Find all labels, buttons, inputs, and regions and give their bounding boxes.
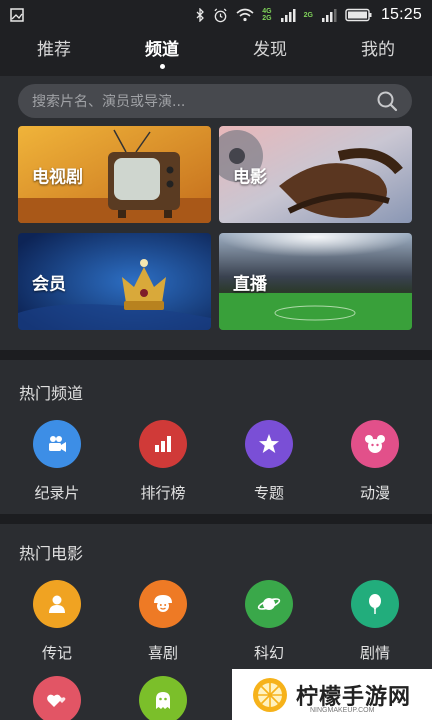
network-type-label: 2G	[262, 15, 272, 22]
active-tab-indicator	[159, 64, 165, 69]
tab-recommend[interactable]: 推荐	[0, 30, 108, 76]
hearts-icon	[33, 676, 81, 720]
alarm-icon	[214, 7, 227, 22]
genre-label: 科幻	[253, 644, 284, 662]
star-icon	[245, 420, 293, 468]
bluetooth-icon	[196, 8, 205, 22]
channel-documentary[interactable]: 纪录片	[3, 420, 111, 503]
banner-label: 电影	[233, 167, 267, 187]
channel-topics[interactable]: 专题	[215, 420, 323, 503]
planet-icon	[245, 580, 293, 628]
banner-movies[interactable]: 电影	[219, 126, 412, 223]
banner-label: 电视剧	[32, 167, 83, 187]
genre-label: 传记	[41, 644, 72, 662]
person-icon	[33, 580, 81, 628]
signal-icon	[280, 9, 296, 22]
lemon-logo-icon	[253, 677, 287, 712]
genre-biography[interactable]: 传记	[3, 580, 111, 663]
genre-romance[interactable]	[3, 676, 111, 720]
channel-label: 专题	[253, 484, 284, 502]
tab-discover[interactable]: 发现	[216, 30, 324, 76]
signal-icon	[321, 9, 337, 22]
section-divider	[0, 514, 432, 524]
banner-label: 直播	[233, 274, 267, 294]
ghost-icon	[139, 676, 187, 720]
search-placeholder: 搜索片名、演员或导演...	[32, 94, 186, 110]
genre-label: 喜剧	[147, 644, 178, 662]
tab-channels[interactable]: 频道	[108, 30, 216, 76]
battery-icon	[345, 8, 372, 22]
camera-icon	[33, 420, 81, 468]
site-watermark: 柠檬手游网 NINGMAKEUP.COM	[232, 669, 432, 720]
clock: 15:25	[380, 6, 422, 23]
genre-comedy[interactable]: 喜剧	[109, 580, 217, 663]
banner-tv-series[interactable]: 电视剧	[18, 126, 211, 223]
tab-label: 推荐	[37, 40, 71, 60]
channel-anime[interactable]: 动漫	[321, 420, 429, 503]
wifi-icon	[236, 8, 254, 22]
category-banners: 电视剧 电影 会员 直播	[18, 126, 412, 330]
tab-label: 发现	[253, 40, 287, 60]
top-nav: 推荐 频道 发现 我的	[0, 30, 432, 76]
smile-face-icon	[139, 580, 187, 628]
section-title-hot-movies: 热门电影	[19, 544, 84, 563]
mouse-head-icon	[351, 420, 399, 468]
genre-scifi[interactable]: 科幻	[215, 580, 323, 663]
genre-drama[interactable]: 剧情	[321, 580, 429, 663]
banner-label: 会员	[32, 274, 66, 294]
section-divider	[0, 350, 432, 360]
watermark-text: 柠檬手游网	[296, 684, 412, 710]
genre-label: 剧情	[359, 644, 390, 662]
tab-mine[interactable]: 我的	[324, 30, 432, 76]
bar-chart-icon	[139, 420, 187, 468]
section-title-hot-channels: 热门频道	[19, 384, 84, 403]
tab-label: 频道	[145, 40, 179, 60]
balloon-icon	[351, 580, 399, 628]
network-type-label: 2G	[303, 11, 313, 19]
status-bar: 4G 2G 2G 15:25	[0, 0, 432, 30]
channel-label: 纪录片	[34, 484, 80, 502]
search-bar[interactable]: 搜索片名、演员或导演...	[18, 84, 412, 118]
genre-horror[interactable]	[109, 676, 217, 720]
banner-live[interactable]: 直播	[219, 233, 412, 330]
gallery-notification-icon	[10, 8, 24, 22]
channel-label: 动漫	[359, 484, 390, 502]
search-icon[interactable]	[376, 90, 398, 112]
network-type-label: 4G	[262, 8, 272, 15]
banner-membership[interactable]: 会员	[18, 233, 211, 330]
tab-label: 我的	[361, 40, 395, 60]
watermark-subtext: NINGMAKEUP.COM	[310, 707, 375, 714]
channel-label: 排行榜	[140, 484, 186, 502]
channel-rankings[interactable]: 排行榜	[109, 420, 217, 503]
